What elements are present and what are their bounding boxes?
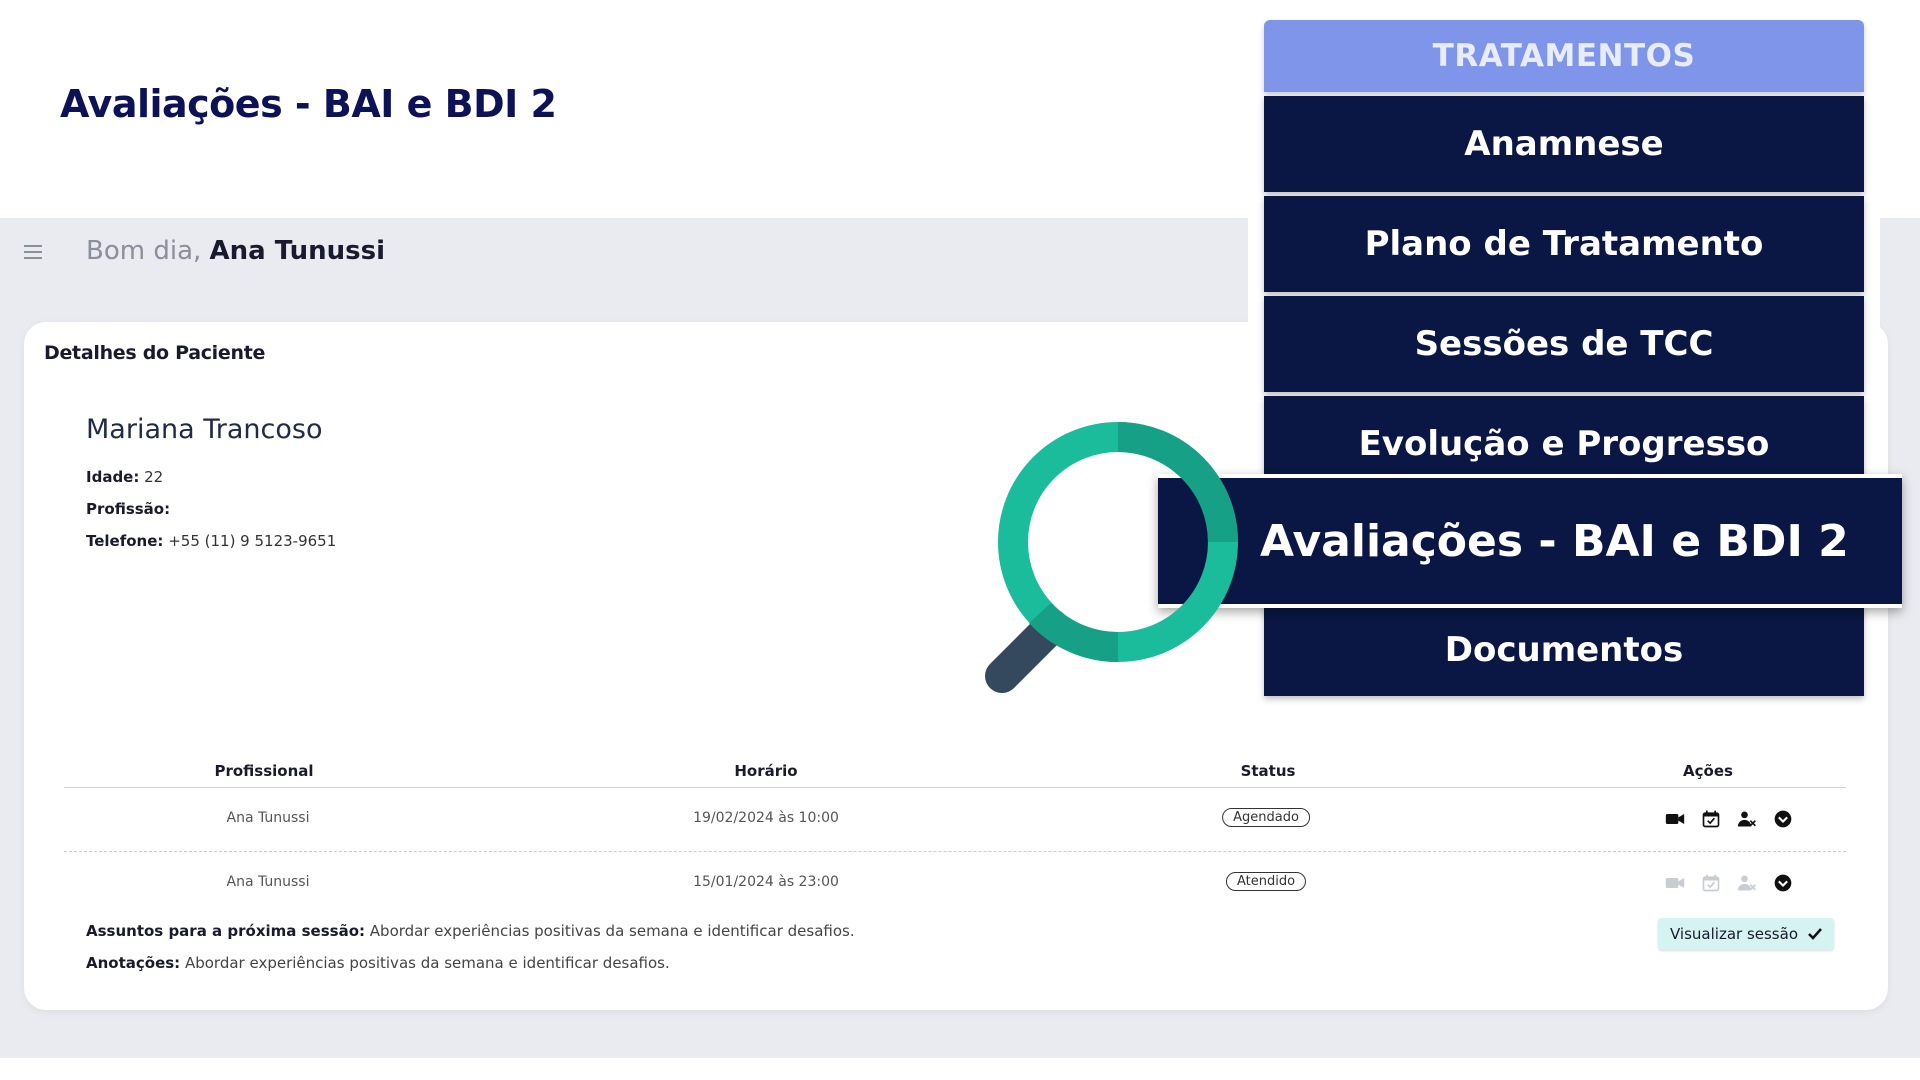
greeting-text: Bom dia, <box>86 236 202 266</box>
status-badge: Agendado <box>1222 808 1310 827</box>
top-bar: Bom dia, Ana Tunussi <box>0 218 1400 288</box>
magnifier-icon <box>985 422 1238 693</box>
table-row: Ana Tunussi 15/01/2024 às 23:00 Atendido <box>64 852 1846 916</box>
next-session-topics: Assuntos para a próxima sessão: Abordar … <box>86 922 855 940</box>
user-absent-icon[interactable] <box>1736 808 1758 830</box>
patient-name: Mariana Trancoso <box>86 414 323 445</box>
expand-chevron-icon[interactable] <box>1772 808 1794 830</box>
reschedule-calendar-icon <box>1700 872 1722 894</box>
patient-age: Idade: 22 <box>86 468 163 486</box>
next-session-label: Assuntos para a próxima sessão: <box>86 922 366 940</box>
age-value: 22 <box>144 468 164 486</box>
table-row: Ana Tunussi 19/02/2024 às 10:00 Agendado <box>64 788 1846 852</box>
age-label: Idade: <box>86 468 140 486</box>
row-professional: Ana Tunussi <box>226 874 310 890</box>
phone-value: +55 (11) 9 5123-9651 <box>168 532 337 550</box>
slide: Avaliações - BAI e BDI 2 Bom dia, Ana Tu… <box>0 0 1920 1080</box>
check-icon <box>1808 928 1822 940</box>
annotations: Anotações: Abordar experiências positiva… <box>86 954 670 972</box>
video-call-icon <box>1664 872 1686 894</box>
greeting: Bom dia, Ana Tunussi <box>86 236 385 266</box>
row-professional: Ana Tunussi <box>226 810 310 826</box>
table-header: Profissional Horário Status Ações <box>64 752 1846 788</box>
column-header-professional: Profissional <box>214 762 314 780</box>
expand-chevron-icon[interactable] <box>1772 872 1794 894</box>
hamburger-menu-icon[interactable] <box>24 244 44 260</box>
row-time: 19/02/2024 às 10:00 <box>693 810 839 826</box>
patient-phone: Telefone: +55 (11) 9 5123-9651 <box>86 532 336 550</box>
menu-item-anamnese[interactable]: Anamnese <box>1264 96 1864 192</box>
view-session-label: Visualizar sessão <box>1670 925 1798 943</box>
card-title: Detalhes do Paciente <box>44 342 266 364</box>
sessions-table: Profissional Horário Status Ações Ana Tu… <box>64 752 1846 916</box>
menu-item-documents[interactable]: Documentos <box>1264 604 1864 696</box>
annotations-value: Abordar experiências positivas da semana… <box>184 954 670 972</box>
treatments-menu-header: TRATAMENTOS <box>1264 20 1864 92</box>
video-call-icon[interactable] <box>1664 808 1686 830</box>
profession-label: Profissão: <box>86 500 171 518</box>
column-header-time: Horário <box>734 762 798 780</box>
reschedule-calendar-icon[interactable] <box>1700 808 1722 830</box>
row-time: 15/01/2024 às 23:00 <box>693 874 839 890</box>
slide-title: Avaliações - BAI e BDI 2 <box>60 82 557 126</box>
view-session-button[interactable]: Visualizar sessão <box>1658 918 1834 950</box>
column-header-status: Status <box>1240 762 1296 780</box>
row-actions <box>1664 872 1794 894</box>
row-actions <box>1664 808 1794 830</box>
menu-item-assessments-highlighted[interactable]: Avaliações - BAI e BDI 2 <box>1158 474 1902 608</box>
column-header-actions: Ações <box>1683 762 1733 780</box>
user-name: Ana Tunussi <box>209 236 386 266</box>
annotations-label: Anotações: <box>86 954 181 972</box>
patient-profession: Profissão: <box>86 500 170 518</box>
menu-item-treatment-plan[interactable]: Plano de Tratamento <box>1264 196 1864 292</box>
menu-item-cbt-sessions[interactable]: Sessões de TCC <box>1264 296 1864 392</box>
next-session-value: Abordar experiências positivas da semana… <box>369 922 855 940</box>
phone-label: Telefone: <box>86 532 164 550</box>
user-absent-icon <box>1736 872 1758 894</box>
status-badge: Atendido <box>1225 872 1307 891</box>
